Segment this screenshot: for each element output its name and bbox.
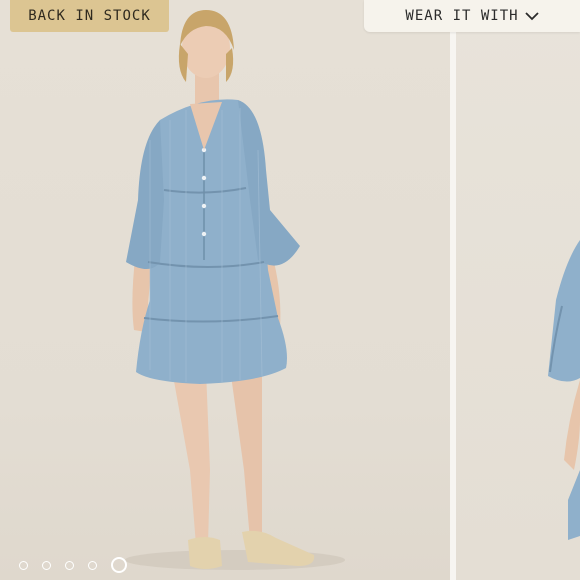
back-in-stock-badge: BACK IN STOCK	[10, 0, 169, 32]
chevron-down-icon	[524, 12, 539, 21]
carousel-pagination	[19, 557, 127, 573]
carousel-dot-3[interactable]	[65, 560, 74, 570]
carousel-dot-2[interactable]	[42, 560, 51, 570]
carousel-dot-1[interactable]	[19, 560, 28, 570]
carousel-dot-5[interactable]	[111, 557, 127, 573]
model-photo-partial	[548, 240, 580, 540]
wear-it-with-label: WEAR IT WITH	[405, 8, 519, 24]
model-photo	[125, 10, 345, 570]
wear-it-with-button[interactable]: WEAR IT WITH	[364, 0, 580, 32]
product-image-next[interactable]	[456, 0, 580, 580]
product-image-main[interactable]	[0, 0, 450, 580]
badge-label: BACK IN STOCK	[28, 8, 151, 24]
carousel-dot-4[interactable]	[88, 560, 97, 570]
